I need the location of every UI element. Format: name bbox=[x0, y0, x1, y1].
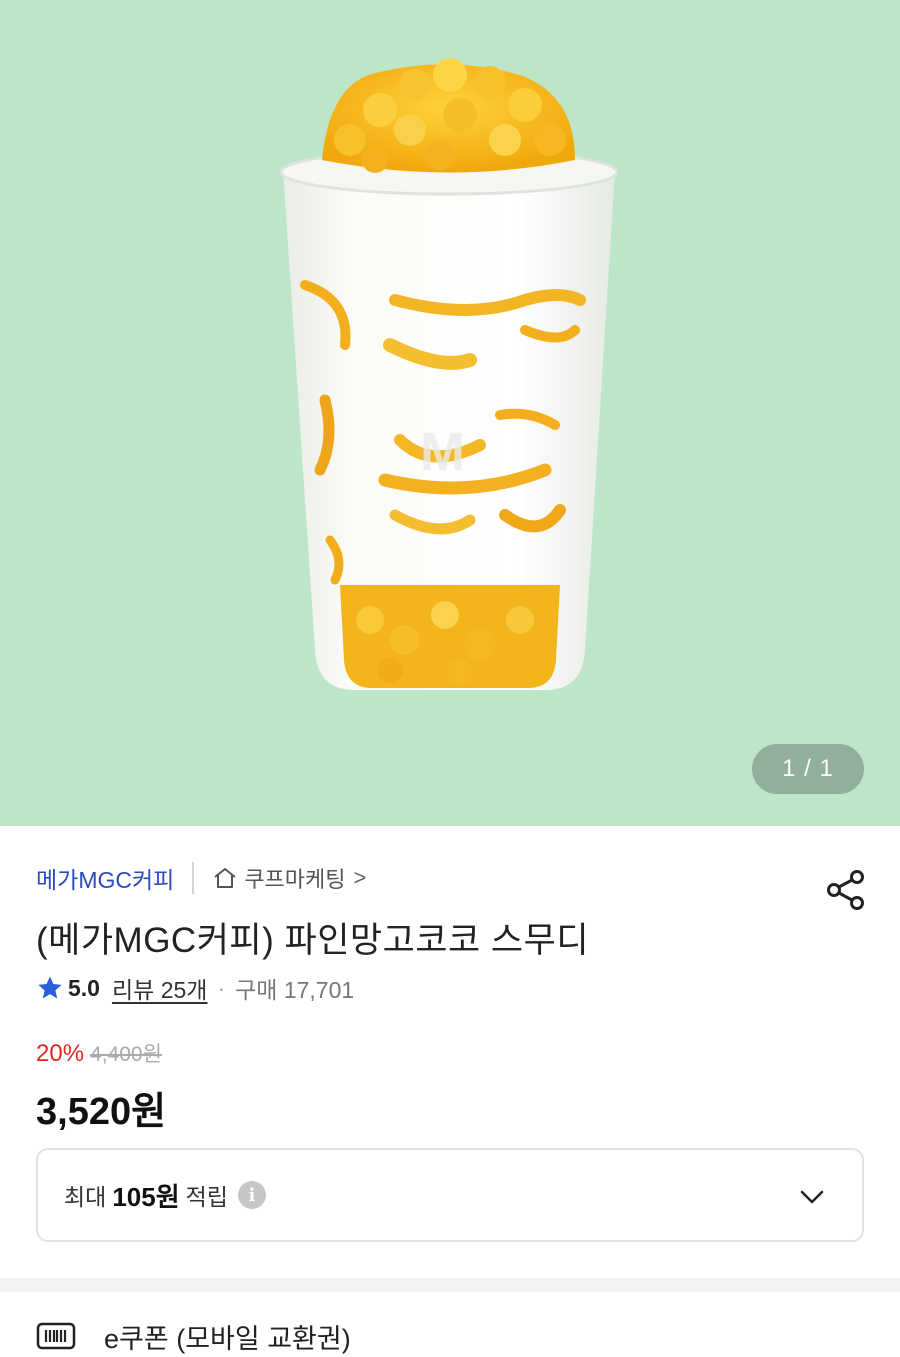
store-link[interactable]: 쿠프마케팅 > bbox=[212, 862, 366, 894]
sale-price: 3,520원 bbox=[36, 1091, 167, 1133]
discount-rate: 20% bbox=[36, 1040, 85, 1067]
chevron-right-icon: > bbox=[353, 865, 367, 890]
divider bbox=[192, 862, 195, 894]
purchase-count: 구매 17,701 bbox=[235, 977, 355, 1003]
coupon-type-row: e쿠폰 (모바일 교환권) bbox=[36, 1316, 351, 1356]
price-discount-row: 20% 4,400원 bbox=[36, 1038, 162, 1068]
separator-dot: · bbox=[217, 974, 226, 1001]
star-icon bbox=[38, 976, 62, 999]
original-price: 4,400원 bbox=[90, 1043, 162, 1066]
points-text: 최대 105원 적립 i bbox=[64, 1177, 266, 1214]
share-icon[interactable] bbox=[824, 868, 868, 912]
rating-row: 5.0 리뷰 25개 · 구매 17,701 bbox=[36, 972, 354, 1004]
section-divider bbox=[0, 1278, 900, 1292]
chevron-down-icon[interactable] bbox=[798, 1183, 826, 1211]
reviews-link[interactable]: 리뷰 25개 bbox=[112, 971, 207, 1005]
svg-text:M: M bbox=[420, 422, 465, 482]
brand-row: 메가MGC커피 쿠프마케팅 > bbox=[36, 860, 366, 896]
product-image: M bbox=[279, 58, 619, 690]
barcode-icon bbox=[36, 1322, 76, 1350]
home-icon bbox=[214, 868, 236, 888]
store-name: 쿠프마케팅 bbox=[244, 867, 346, 892]
brand-link[interactable]: 메가MGC커피 bbox=[36, 861, 174, 895]
points-suffix: 적립 bbox=[185, 1184, 228, 1210]
points-amount: 105원 bbox=[112, 1181, 180, 1212]
points-prefix: 최대 bbox=[64, 1184, 107, 1210]
product-title: (메가MGC커피) 파인망고코코 스무디 bbox=[36, 921, 590, 960]
points-accordion[interactable]: 최대 105원 적립 i bbox=[36, 1148, 864, 1242]
coupon-type-label: e쿠폰 (모바일 교환권) bbox=[104, 1323, 351, 1354]
info-icon[interactable]: i bbox=[237, 1181, 266, 1209]
rating-score: 5.0 bbox=[68, 974, 100, 1001]
image-counter: 1 / 1 bbox=[752, 744, 864, 794]
product-image-gallery[interactable]: M 1 / 1 bbox=[0, 0, 900, 826]
